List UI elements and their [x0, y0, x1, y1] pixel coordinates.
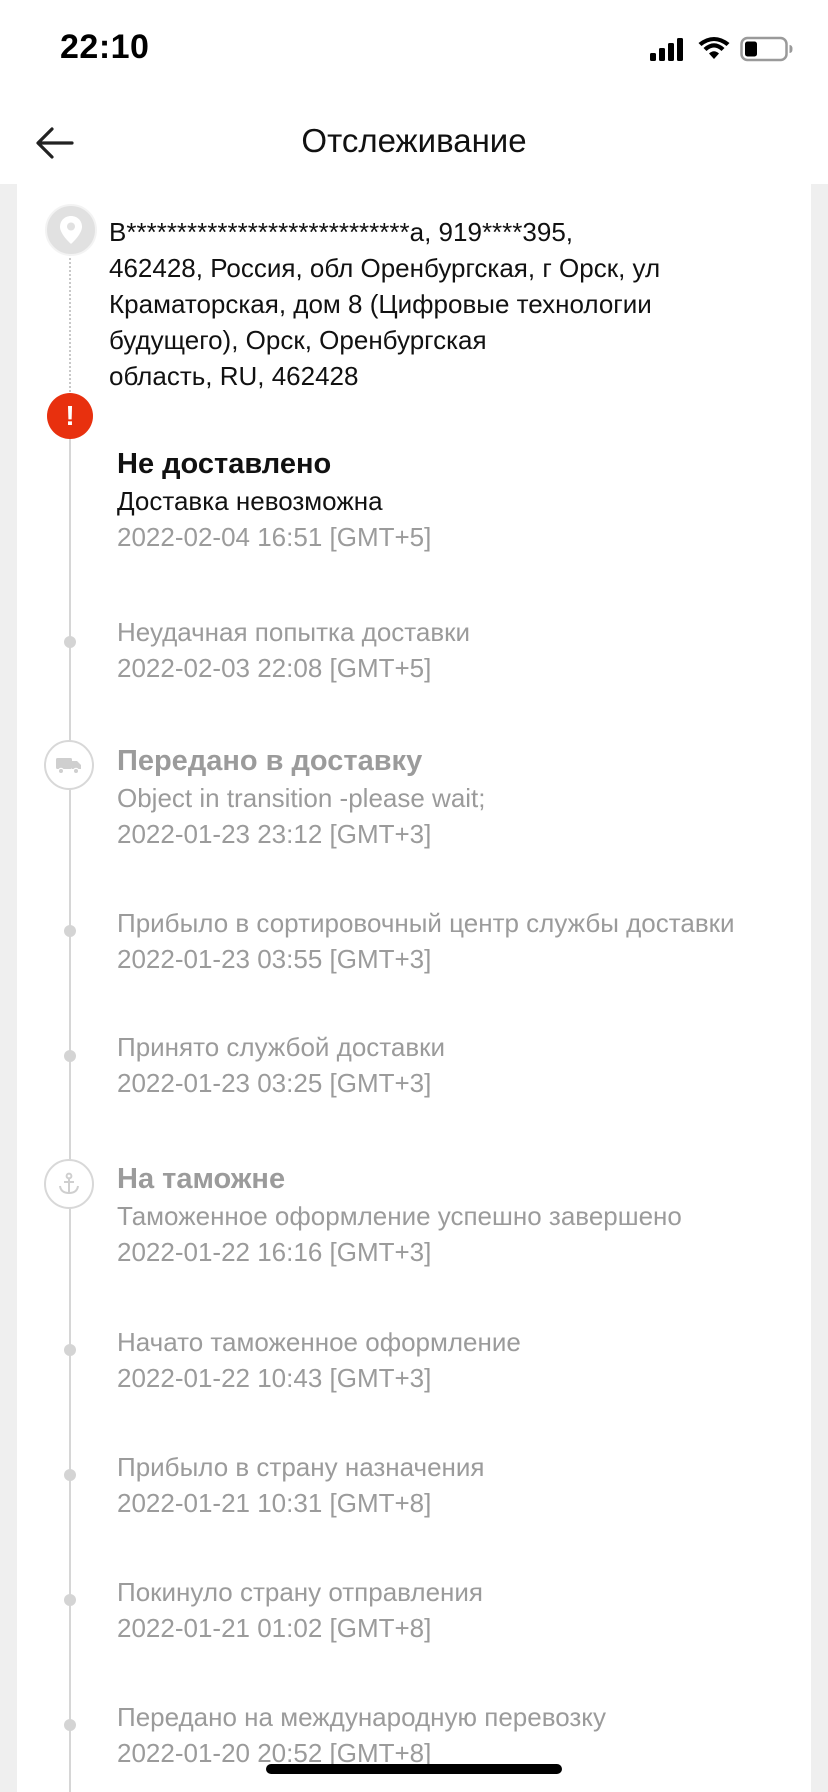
event-description: Object in transition -please wait;: [117, 783, 486, 813]
timeline-dot: [64, 925, 76, 937]
timeline-dot: [64, 1344, 76, 1356]
event-description: Прибыло в страну назначения: [117, 1452, 485, 1482]
location-badge: [45, 204, 97, 256]
tracking-event: Передано на международную перевозку 2022…: [117, 1699, 807, 1771]
event-description: Покинуло страну отправления: [117, 1577, 483, 1607]
event-time: 2022-01-21 01:02 [GMT+8]: [117, 1613, 432, 1643]
event-description: Принято службой доставки: [117, 1032, 446, 1062]
timeline-dot: [64, 1594, 76, 1606]
location-pin-icon: [60, 216, 82, 244]
address-line: В****************************а, 919****3…: [109, 217, 574, 247]
status-time: 22:10: [60, 28, 150, 66]
timeline-dot: [64, 1719, 76, 1731]
address-line: 462428, Россия, обл Оренбургская, г Орск…: [109, 253, 661, 283]
anchor-icon: [59, 1172, 79, 1195]
tracking-event: Передано в доставку Object in transition…: [117, 742, 807, 852]
tracking-event-current: Не доставлено Доставка невозможна 2022-0…: [117, 445, 807, 555]
tracking-event: Прибыло в сортировочный центр службы дос…: [117, 905, 807, 977]
event-description: Таможенное оформление успешно завершено: [117, 1201, 682, 1231]
address-line: область, RU, 462428: [109, 361, 359, 391]
signal-icon: [650, 38, 683, 61]
tracking-event: Неудачная попытка доставки 2022-02-03 22…: [117, 614, 807, 686]
tracking-event: Принято службой доставки 2022-01-23 03:2…: [117, 1029, 807, 1101]
home-indicator[interactable]: [266, 1764, 562, 1774]
event-time: 2022-01-23 23:12 [GMT+3]: [117, 819, 432, 849]
event-description: Неудачная попытка доставки: [117, 617, 471, 647]
tracking-content[interactable]: В****************************а, 919****3…: [17, 184, 811, 1792]
wifi-icon: [698, 37, 730, 59]
page-title: Отслеживание: [301, 122, 527, 159]
alert-icon: !: [65, 400, 75, 431]
tracking-event: Прибыло в страну назначения 2022-01-21 1…: [117, 1449, 807, 1521]
timeline-connector-dotted: [69, 254, 71, 396]
truck-icon: [56, 758, 81, 775]
event-description: Прибыло в сортировочный центр службы дос…: [117, 908, 735, 938]
event-description: Доставка невозможна: [117, 486, 383, 516]
event-time: 2022-01-21 10:31 [GMT+8]: [117, 1488, 432, 1518]
event-status-title: На таможне: [117, 1163, 286, 1195]
event-time: 2022-01-22 10:43 [GMT+3]: [117, 1363, 432, 1393]
status-bar: 22:10: [0, 0, 828, 100]
event-time: 2022-01-22 16:16 [GMT+3]: [117, 1237, 432, 1267]
left-gutter: [0, 184, 17, 1792]
delivery-badge: [44, 740, 94, 790]
timeline-dot: [64, 1050, 76, 1062]
event-time: 2022-01-23 03:25 [GMT+3]: [117, 1068, 432, 1098]
tracking-event: На таможне Таможенное оформление успешно…: [117, 1160, 807, 1270]
event-description: Передано на международную перевозку: [117, 1702, 606, 1732]
tracking-event: Покинуло страну отправления 2022-01-21 0…: [117, 1574, 807, 1646]
event-time: 2022-02-03 22:08 [GMT+5]: [117, 653, 432, 683]
timeline-dot: [64, 1469, 76, 1481]
right-gutter: [811, 184, 828, 1792]
event-status-title: Не доставлено: [117, 448, 332, 480]
event-status-title: Передано в доставку: [117, 745, 423, 777]
alert-badge: !: [47, 393, 93, 439]
address-line: будущего), Орск, Оренбургская: [109, 325, 487, 355]
timeline-dot: [64, 636, 76, 648]
event-description: Начато таможенное оформление: [117, 1327, 521, 1357]
address-line: Краматорская, дом 8 (Цифровые технологии: [109, 289, 652, 319]
event-time: 2022-02-04 16:51 [GMT+5]: [117, 522, 432, 552]
status-icons: [648, 36, 794, 62]
tracking-event: Начато таможенное оформление 2022-01-22 …: [117, 1324, 807, 1396]
delivery-address: В****************************а, 919****3…: [109, 214, 789, 394]
navigation-bar: Отслеживание: [0, 100, 828, 184]
battery-icon: [740, 36, 793, 62]
customs-badge: [44, 1159, 94, 1209]
event-time: 2022-01-23 03:55 [GMT+3]: [117, 944, 432, 974]
